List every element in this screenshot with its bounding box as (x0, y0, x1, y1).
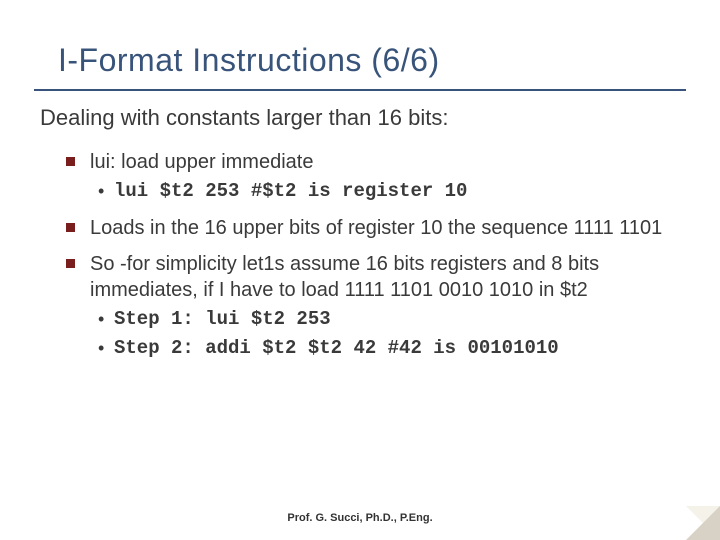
bullet-1: lui: load upper immediate (90, 149, 670, 175)
bullet-3-sub1: Step 1: lui $t2 253 (114, 307, 670, 333)
bullet-2: Loads in the 16 upper bits of register 1… (90, 215, 670, 241)
slide-body: lui: load upper immediate lui $t2 253 #$… (0, 131, 720, 362)
slide-subtitle: Dealing with constants larger than 16 bi… (0, 91, 720, 131)
slide: I-Format Instructions (6/6) Dealing with… (0, 0, 720, 540)
slide-footer: Prof. G. Succi, Ph.D., P.Eng. (0, 512, 720, 524)
page-curl-icon (686, 506, 720, 540)
bullet-3-sub2: Step 2: addi $t2 $t2 42 #42 is 00101010 (114, 336, 670, 362)
bullet-1-sub: lui $t2 253 #$t2 is register 10 (114, 179, 670, 205)
slide-title: I-Format Instructions (6/6) (0, 0, 720, 87)
bullet-3: So -for simplicity let1s assume 16 bits … (90, 251, 670, 303)
